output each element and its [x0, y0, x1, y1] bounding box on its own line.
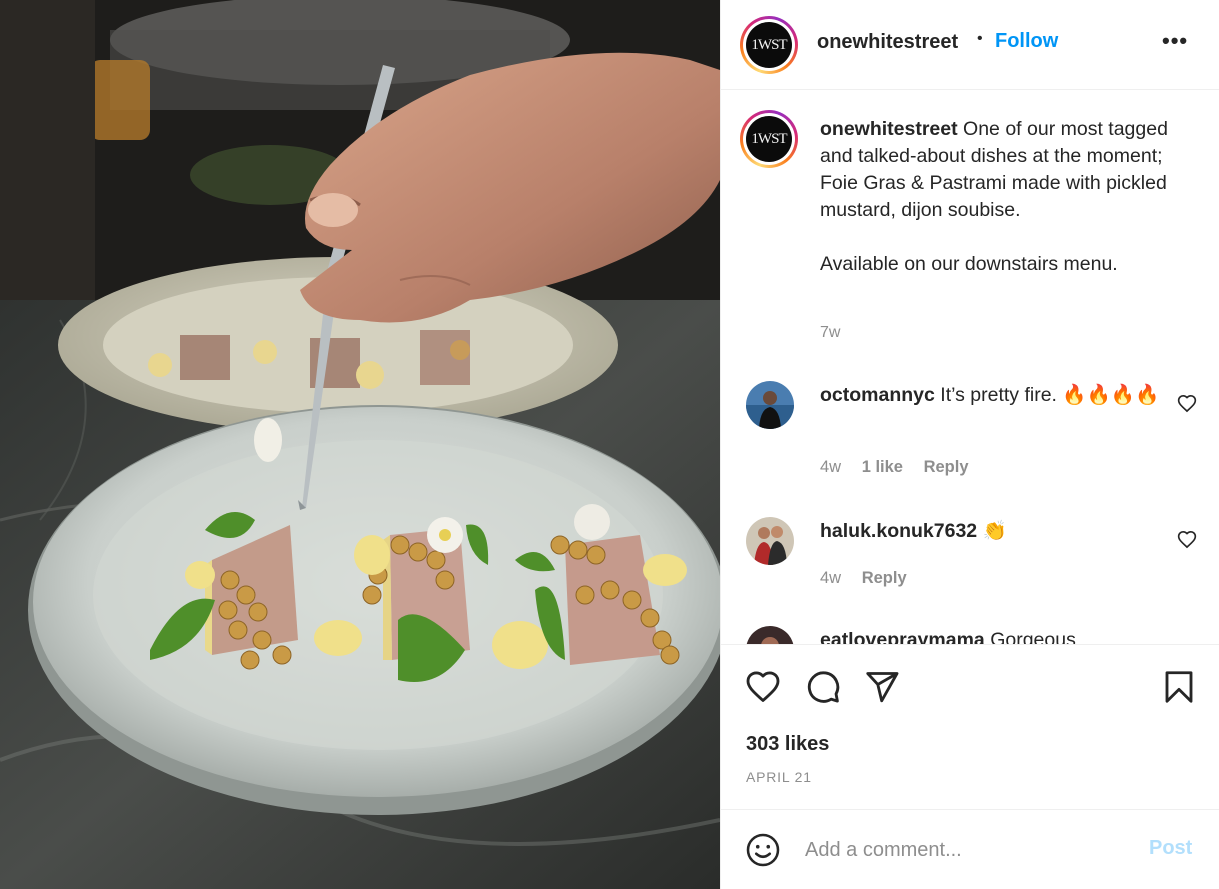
comment-meta: 4w 1 like Reply: [820, 458, 985, 477]
comment-text: octomannyc It’s pretty fire. 🔥🔥🔥🔥: [820, 382, 1165, 409]
brand-logo-icon: 1WST: [746, 116, 792, 162]
caption-text: onewhitestreet One of our most tagged an…: [820, 116, 1170, 278]
separator-dot: •: [977, 30, 983, 47]
comment-username[interactable]: eatlovepraymama: [820, 629, 985, 644]
dish-illustration: [0, 0, 720, 889]
avatar[interactable]: [746, 517, 794, 565]
comment-like-heart-icon[interactable]: [1177, 394, 1197, 414]
comment-text: eatlovepraymama Gorgeous: [820, 627, 1165, 644]
caption-username[interactable]: onewhitestreet: [820, 118, 958, 140]
brand-logo-icon: 1WST: [746, 22, 792, 68]
comment-username[interactable]: octomannyc: [820, 384, 935, 406]
post-details-panel: 1WST onewhitestreet • Follow ••• 1WST on…: [720, 0, 1219, 889]
avatar[interactable]: [746, 381, 794, 429]
reply-button[interactable]: Reply: [924, 458, 969, 476]
post-header: 1WST onewhitestreet • Follow •••: [721, 0, 1219, 90]
paper-plane-icon[interactable]: [864, 669, 900, 705]
more-options-icon[interactable]: •••: [1162, 28, 1188, 54]
comment-input[interactable]: [805, 836, 1135, 864]
caption-body-2: Available on our downstairs menu.: [820, 253, 1118, 275]
comment-username[interactable]: haluk.konuk7632: [820, 520, 977, 542]
post-comment-button[interactable]: Post: [1149, 837, 1192, 860]
comment-body: 👏: [982, 520, 1007, 542]
comment-icon[interactable]: [805, 669, 841, 705]
comment-text: haluk.konuk7632 👏: [820, 518, 1165, 545]
comments-scroll-area[interactable]: 1WST onewhitestreet One of our most tagg…: [721, 91, 1219, 644]
add-comment-bar: Post: [721, 809, 1219, 889]
likes-count[interactable]: 303 likes: [746, 733, 829, 756]
heart-icon[interactable]: [745, 669, 781, 705]
avatar[interactable]: [746, 626, 794, 644]
comment-timestamp: 4w: [820, 458, 842, 476]
post-date: APRIL 21: [746, 769, 812, 785]
caption-timestamp: 7w: [820, 324, 841, 341]
post-actions: 303 likes APRIL 21: [721, 644, 1219, 809]
bookmark-icon[interactable]: [1161, 669, 1197, 705]
follow-button[interactable]: Follow: [995, 30, 1058, 53]
author-avatar[interactable]: 1WST: [740, 16, 798, 74]
comment-like-heart-icon[interactable]: [1177, 530, 1197, 550]
reply-button[interactable]: Reply: [862, 569, 907, 587]
comment-likes[interactable]: 1 like: [862, 458, 903, 476]
emoji-icon[interactable]: [745, 832, 781, 868]
comment-timestamp: 4w: [820, 569, 842, 587]
comment-body: Gorgeous: [990, 629, 1076, 644]
author-username[interactable]: onewhitestreet: [817, 31, 958, 54]
comment-body: It’s pretty fire. 🔥🔥🔥🔥: [940, 384, 1160, 406]
post-photo[interactable]: [0, 0, 720, 889]
comment-meta: 4w Reply: [820, 569, 923, 588]
caption-avatar[interactable]: 1WST: [740, 110, 798, 168]
